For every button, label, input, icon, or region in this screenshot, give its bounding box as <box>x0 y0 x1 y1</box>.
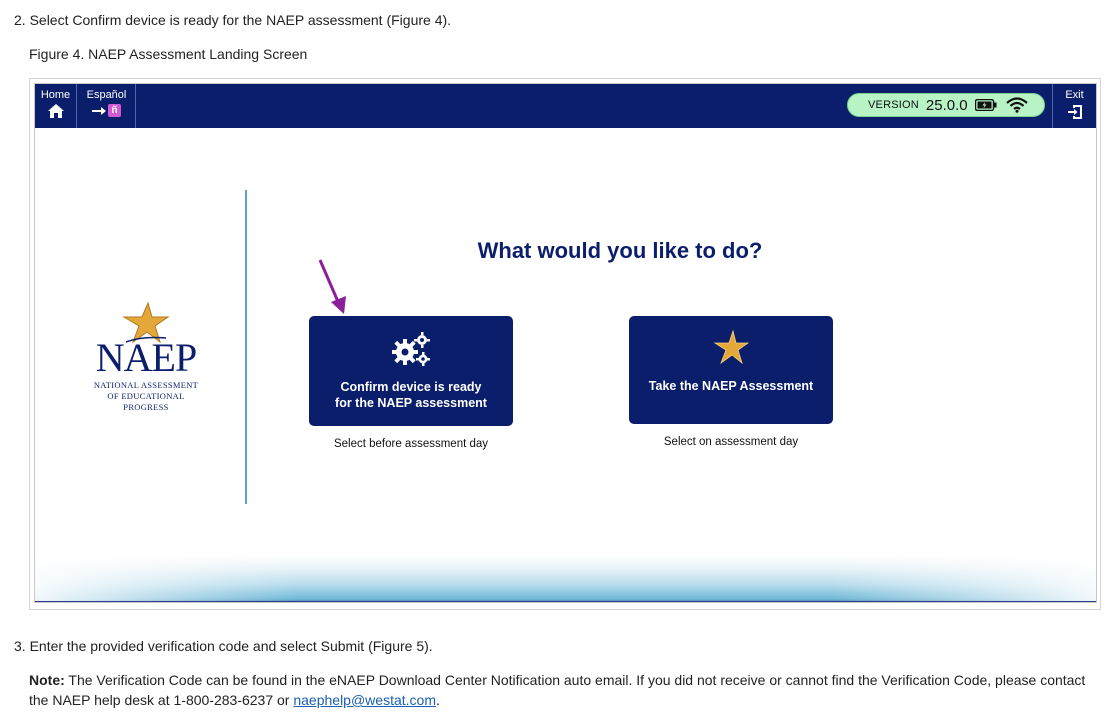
note-label: Note: <box>29 672 65 688</box>
help-desk-email-link[interactable]: naephelp@westat.com <box>293 692 436 708</box>
confirm-label-line-2: for the NAEP assessment <box>335 396 487 410</box>
note-end: . <box>435 692 440 708</box>
espanol-button[interactable]: Español ñ <box>78 84 136 128</box>
pointer-arrow-icon <box>318 259 346 314</box>
step-3-instruction: 3. Enter the provided verification code … <box>14 638 433 654</box>
vertical-divider <box>245 190 247 504</box>
gears-icon <box>392 332 430 366</box>
home-label: Home <box>40 89 71 101</box>
home-icon <box>47 104 64 118</box>
espanol-label: Español <box>86 89 127 101</box>
figure-4-screenshot: Home Español ñ VERSION 25.0.0 Exit NAEP … <box>29 78 1101 610</box>
exit-icon <box>1067 105 1082 119</box>
landing-question: What would you like to do? <box>477 238 763 263</box>
note-body: The Verification Code can be found in th… <box>29 672 1086 708</box>
logo-wordmark: NAEP <box>95 335 197 380</box>
naep-landing-screen: Home Español ñ VERSION 25.0.0 Exit NAEP … <box>34 83 1097 603</box>
version-status-pill: VERSION 25.0.0 <box>847 93 1045 117</box>
top-navigation-bar: Home Español ñ VERSION 25.0.0 Exit <box>35 84 1096 128</box>
figure-caption: Figure 4. NAEP Assessment Landing Screen <box>29 46 308 62</box>
confirm-device-button[interactable]: Confirm device is ready for the NAEP ass… <box>309 316 513 426</box>
version-label: VERSION <box>868 99 919 111</box>
exit-button[interactable]: Exit <box>1052 84 1096 128</box>
battery-icon <box>974 99 997 111</box>
language-switch-icon: ñ <box>92 104 121 117</box>
step-2-instruction: 2. Select Confirm device is ready for th… <box>14 12 452 28</box>
confirm-device-caption: Select before assessment day <box>333 438 489 450</box>
confirm-label-line-1: Confirm device is ready <box>340 380 482 394</box>
footer-gradient-band <box>35 556 1096 602</box>
version-number: 25.0.0 <box>925 96 968 114</box>
note-paragraph: Note: The Verification Code can be found… <box>29 670 1104 710</box>
star-icon <box>713 330 749 365</box>
take-assessment-label: Take the NAEP Assessment <box>648 379 814 393</box>
take-assessment-caption: Select on assessment day <box>663 436 799 448</box>
footer-edge <box>35 601 1096 602</box>
wifi-icon <box>1005 97 1028 113</box>
arrow-right-icon <box>92 106 106 115</box>
confirm-device-label: Confirm device is ready for the NAEP ass… <box>309 379 513 411</box>
home-button[interactable]: Home <box>35 84 77 128</box>
exit-label: Exit <box>1065 89 1084 101</box>
logo-subtitle: NATIONAL ASSESSMENT OF EDUCATIONAL PROGR… <box>93 380 199 412</box>
enye-badge: ñ <box>108 104 121 117</box>
naep-logo: NAEP NATIONAL ASSESSMENT OF EDUCATIONAL … <box>90 302 202 413</box>
take-assessment-button[interactable]: Take the NAEP Assessment <box>629 316 833 424</box>
